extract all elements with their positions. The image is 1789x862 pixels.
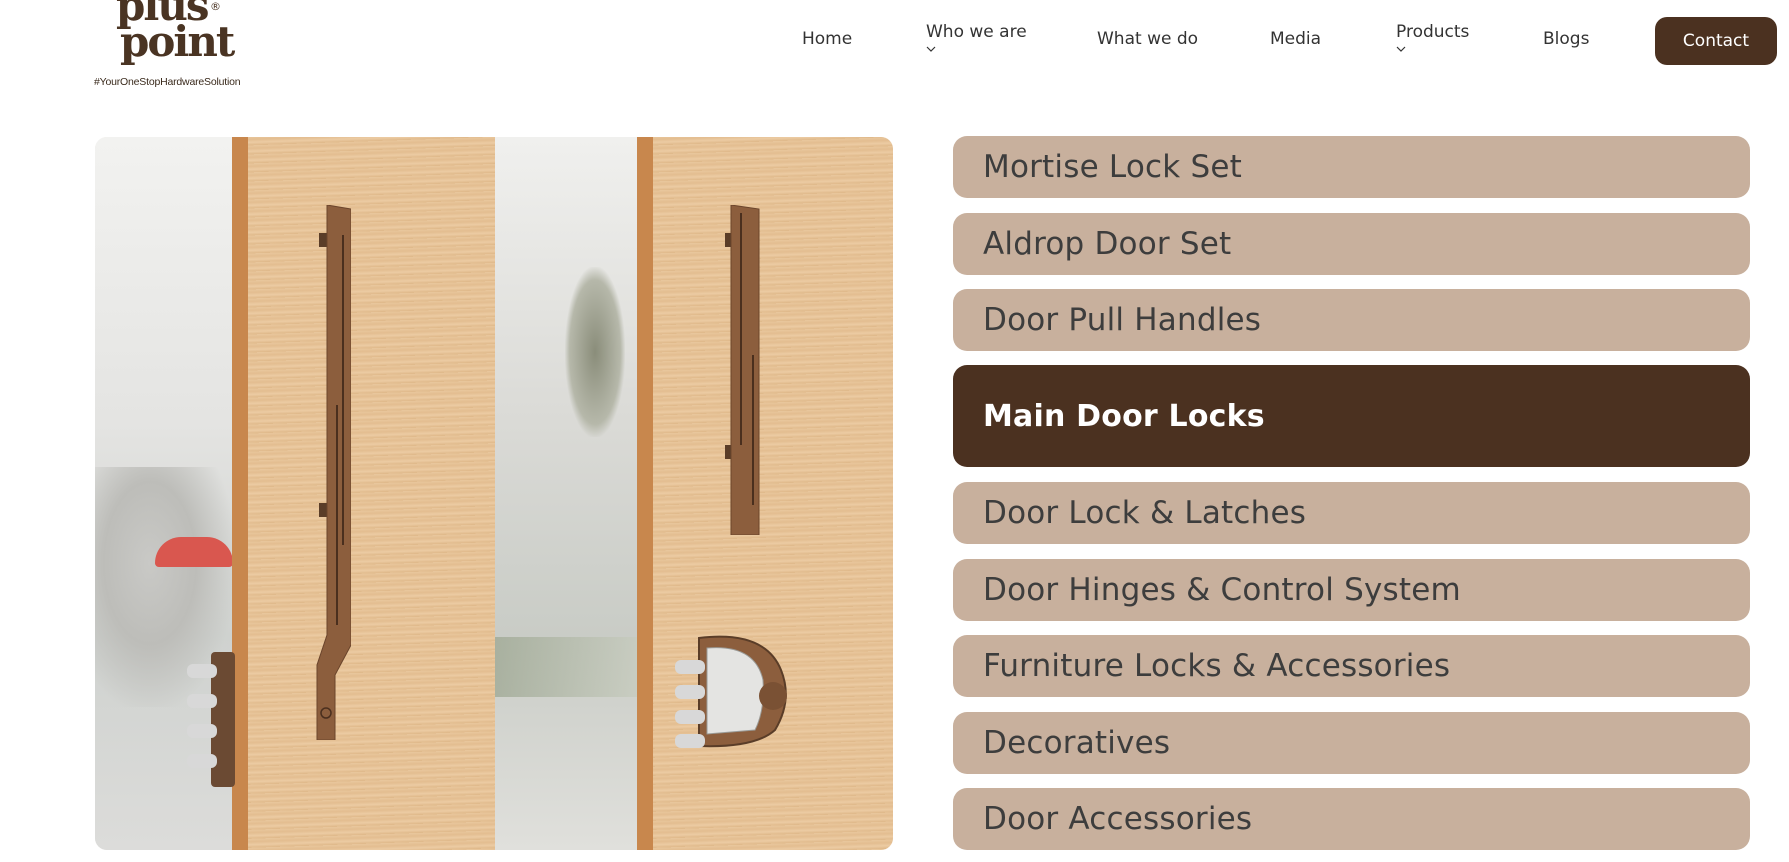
nav-blogs[interactable]: Blogs: [1543, 29, 1589, 49]
image-cushion: [155, 537, 233, 567]
nav-products[interactable]: Products: [1396, 22, 1469, 54]
image-rug: [495, 637, 637, 697]
nav-what-we-do[interactable]: What we do: [1097, 29, 1198, 49]
category-door-hinges-control-system[interactable]: Door Hinges & Control System: [953, 559, 1750, 621]
image-background-middle: [495, 137, 637, 850]
category-aldrop-door-set[interactable]: Aldrop Door Set: [953, 213, 1750, 275]
category-furniture-locks-accessories[interactable]: Furniture Locks & Accessories: [953, 635, 1750, 697]
nav-products-label: Products: [1396, 22, 1470, 42]
contact-button[interactable]: Contact: [1655, 17, 1777, 65]
category-main-door-locks[interactable]: Main Door Locks: [953, 365, 1750, 467]
chevron-down-icon: [926, 46, 936, 52]
chevron-down-icon: [1396, 46, 1406, 52]
pull-handle-right: [725, 205, 760, 535]
nav-media[interactable]: Media: [1270, 29, 1321, 49]
main-door-lock: [675, 635, 787, 748]
image-plant: [565, 267, 625, 437]
door-right-edge: [637, 137, 653, 850]
pull-handle-left: [316, 205, 351, 740]
product-image: [95, 137, 893, 850]
category-door-lock-latches[interactable]: Door Lock & Latches: [953, 482, 1750, 544]
lock-bolts-left: [187, 652, 235, 787]
nav-who-we-are[interactable]: Who we are: [926, 22, 1027, 54]
category-mortise-lock-set[interactable]: Mortise Lock Set: [953, 136, 1750, 198]
category-door-accessories[interactable]: Door Accessories: [953, 788, 1750, 850]
main-navigation: Home Who we are What we do Media Product…: [0, 0, 1789, 82]
nav-home[interactable]: Home: [802, 29, 852, 49]
door-left: [232, 137, 495, 850]
category-decoratives[interactable]: Decoratives: [953, 712, 1750, 774]
nav-who-we-are-label: Who we are: [926, 22, 1027, 42]
category-door-pull-handles[interactable]: Door Pull Handles: [953, 289, 1750, 351]
